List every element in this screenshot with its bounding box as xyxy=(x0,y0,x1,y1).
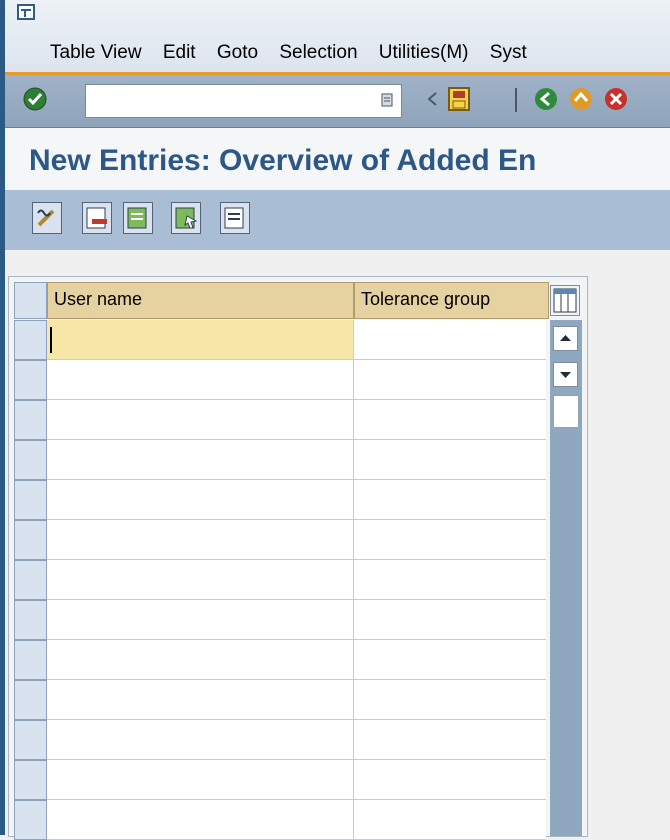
table-row xyxy=(14,760,546,800)
tolerance-group-cell[interactable] xyxy=(354,760,546,800)
user-name-cell[interactable] xyxy=(47,720,354,760)
command-field[interactable] xyxy=(85,84,402,118)
scroll-down-button[interactable] xyxy=(553,362,578,387)
user-name-cell[interactable] xyxy=(47,760,354,800)
row-selector[interactable] xyxy=(14,480,47,520)
table-row xyxy=(14,720,546,760)
enter-icon[interactable] xyxy=(22,86,48,112)
system-menu-icon[interactable] xyxy=(17,4,35,20)
tolerance-group-cell[interactable] xyxy=(354,520,546,560)
scroll-up-button[interactable] xyxy=(553,326,578,351)
user-name-cell[interactable] xyxy=(47,640,354,680)
title-bar: New Entries: Overview of Added En xyxy=(5,128,670,190)
change-display-icon xyxy=(37,209,55,227)
user-name-cell[interactable] xyxy=(47,320,354,360)
row-selector[interactable] xyxy=(14,560,47,600)
deselect-all-button[interactable] xyxy=(220,202,250,234)
user-name-cell[interactable] xyxy=(47,680,354,720)
table-settings-icon xyxy=(553,288,577,313)
select-block-button[interactable] xyxy=(171,202,201,234)
toolbar-separator xyxy=(515,88,517,112)
select-all-icon xyxy=(127,207,147,229)
arrow-up-icon xyxy=(560,335,571,341)
tolerance-group-cell[interactable] xyxy=(354,320,546,360)
column-header-user-name[interactable]: User name xyxy=(47,282,354,319)
menu-item-edit[interactable]: Edit xyxy=(163,42,196,63)
table-row xyxy=(14,800,546,840)
row-selector[interactable] xyxy=(14,520,47,560)
user-name-cell[interactable] xyxy=(47,600,354,640)
row-selector[interactable] xyxy=(14,760,47,800)
command-input[interactable] xyxy=(86,85,374,113)
tolerance-group-cell[interactable] xyxy=(354,680,546,720)
vertical-scrollbar[interactable] xyxy=(550,320,582,836)
menu-bar: Table View Edit Goto Selection Utilities… xyxy=(5,0,670,72)
tolerance-group-cell[interactable] xyxy=(354,600,546,640)
column-header-tolerance-group[interactable]: Tolerance group xyxy=(354,282,549,319)
row-selector[interactable] xyxy=(14,360,47,400)
user-name-cell[interactable] xyxy=(47,800,354,840)
row-selector[interactable] xyxy=(14,720,47,760)
tolerance-group-cell[interactable] xyxy=(354,800,546,840)
row-selector[interactable] xyxy=(14,640,47,680)
table-row xyxy=(14,320,546,360)
select-all-rows-button[interactable] xyxy=(14,282,47,319)
table-row xyxy=(14,400,546,440)
table-row xyxy=(14,640,546,680)
table-row xyxy=(14,360,546,400)
tolerance-group-cell[interactable] xyxy=(354,360,546,400)
tolerance-group-cell[interactable] xyxy=(354,720,546,760)
row-selector[interactable] xyxy=(14,800,47,840)
cancel-icon[interactable] xyxy=(603,86,629,112)
select-all-button[interactable] xyxy=(123,202,153,234)
row-selector[interactable] xyxy=(14,600,47,640)
user-name-cell[interactable] xyxy=(47,440,354,480)
row-selector[interactable] xyxy=(14,440,47,480)
save-icon[interactable] xyxy=(446,86,472,112)
row-selector[interactable] xyxy=(14,680,47,720)
tolerance-group-cell[interactable] xyxy=(354,400,546,440)
delete-icon xyxy=(86,207,107,229)
user-name-cell[interactable] xyxy=(47,360,354,400)
tolerance-group-cell[interactable] xyxy=(354,560,546,600)
dropdown-icon[interactable] xyxy=(381,92,393,108)
table-row xyxy=(14,600,546,640)
table-row xyxy=(14,520,546,560)
tolerance-group-cell[interactable] xyxy=(354,640,546,680)
menu-item-goto[interactable]: Goto xyxy=(217,42,258,63)
table-row xyxy=(14,560,546,600)
menu-item-selection[interactable]: Selection xyxy=(279,42,357,63)
tolerance-group-cell[interactable] xyxy=(354,480,546,520)
arrow-down-icon xyxy=(560,372,571,378)
table-row xyxy=(14,680,546,720)
select-block-icon xyxy=(175,207,198,229)
exit-icon[interactable] xyxy=(568,86,594,112)
table-row xyxy=(14,440,546,480)
user-name-cell[interactable] xyxy=(47,400,354,440)
table-settings-button[interactable] xyxy=(550,285,580,316)
back-arrow-icon[interactable] xyxy=(420,86,446,112)
table-control: User name Tolerance group xyxy=(8,276,588,840)
tolerance-group-cell[interactable] xyxy=(354,440,546,480)
menu-item-utilities[interactable]: Utilities(M) xyxy=(379,42,469,63)
user-name-cell[interactable] xyxy=(47,520,354,560)
user-name-cell[interactable] xyxy=(47,560,354,600)
table-row xyxy=(14,480,546,520)
deselect-all-icon xyxy=(224,207,244,229)
text-cursor xyxy=(50,327,52,353)
menu-item-system[interactable]: Syst xyxy=(490,42,527,63)
page-title: New Entries: Overview of Added En xyxy=(29,144,537,177)
back-icon[interactable] xyxy=(533,86,559,112)
scrollbar-thumb[interactable] xyxy=(553,395,579,428)
menu-item-table-view[interactable]: Table View xyxy=(50,42,142,63)
change-display-button[interactable] xyxy=(32,202,62,234)
application-toolbar xyxy=(5,190,670,250)
delete-button[interactable] xyxy=(82,202,112,234)
row-selector[interactable] xyxy=(14,320,47,360)
user-name-cell[interactable] xyxy=(47,480,354,520)
row-selector[interactable] xyxy=(14,400,47,440)
